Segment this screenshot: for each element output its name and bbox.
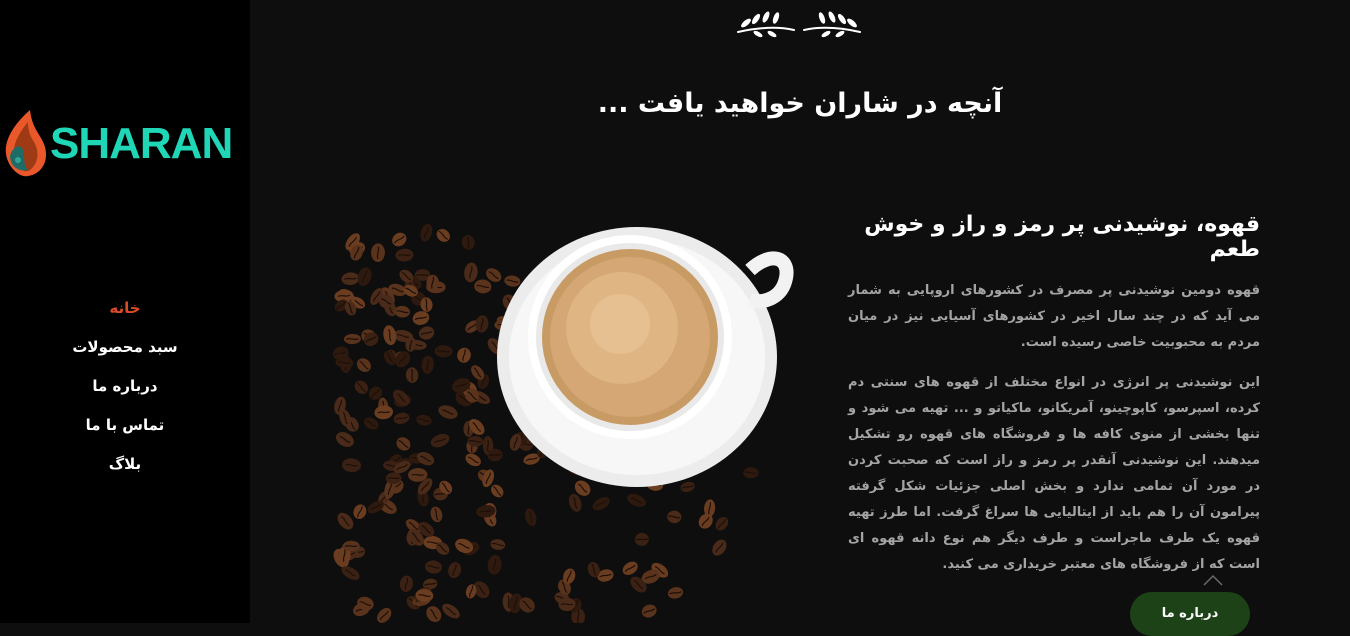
nav-item-contact[interactable]: تماس با ما xyxy=(0,413,250,452)
article-paragraph-1: قهوه دومین نوشیدنی پر مصرف در کشورهای ار… xyxy=(848,283,1260,350)
main-content: آنچه در شاران خواهید یافت ... قهوه، نوشی… xyxy=(250,0,1350,636)
nav-item-products[interactable]: سبد محصولات xyxy=(0,335,250,374)
main-nav: خانه سبد محصولات درباره ما تماس با ما بل… xyxy=(0,296,250,491)
about-us-button[interactable]: درباره ما xyxy=(1130,592,1250,636)
chevron-up-icon[interactable] xyxy=(1202,573,1224,587)
flame-logo-icon xyxy=(5,110,47,177)
laurel-branches-icon xyxy=(737,11,861,38)
article-heading: قهوه، نوشیدنی پر رمز و راز و خوش طعم xyxy=(864,212,1260,262)
nav-item-home[interactable]: خانه xyxy=(0,296,250,335)
section-title: آنچه در شاران خواهید یافت ... xyxy=(597,88,1003,119)
nav-item-blog[interactable]: بلاگ xyxy=(0,452,250,491)
brand-logo[interactable]: SHARAN xyxy=(4,108,249,180)
article-paragraph-2: این نوشیدنی پر انرژی در انواع مختلف از ق… xyxy=(848,375,1260,572)
coffee-cup-image xyxy=(333,223,794,623)
brand-name: SHARAN xyxy=(50,119,233,168)
sidebar: SHARAN خانه سبد محصولات درباره ما تماس ب… xyxy=(0,0,250,623)
coffee-article: قهوه، نوشیدنی پر رمز و راز و خوش طعم قهو… xyxy=(848,212,1260,592)
nav-item-about[interactable]: درباره ما xyxy=(0,374,250,413)
